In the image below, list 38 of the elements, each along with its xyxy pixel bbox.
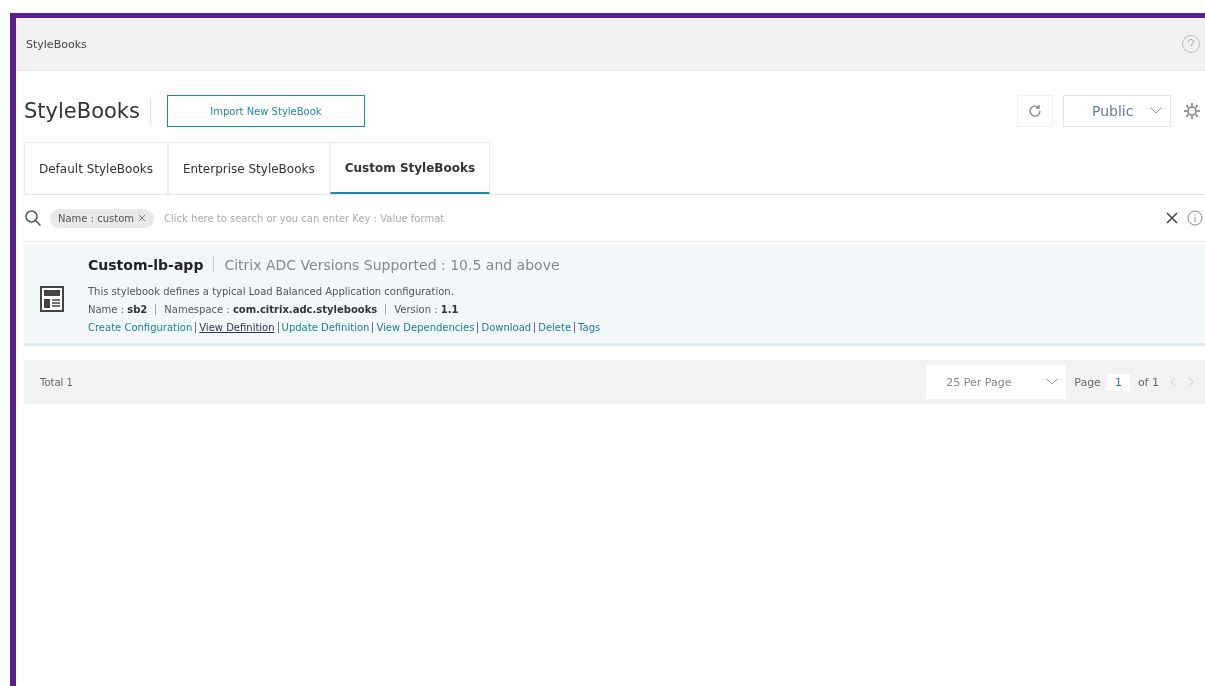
previous-page-icon[interactable] [1169, 377, 1177, 387]
refresh-icon[interactable] [1017, 95, 1053, 127]
visibility-dropdown[interactable]: Public [1063, 95, 1171, 127]
metadata-text: Name : sb2 [88, 304, 149, 315]
page-title: StyleBooks [24, 99, 151, 123]
action-link[interactable]: View Dependencies [372, 322, 478, 333]
metadata-text: Version : 1.1 [385, 304, 467, 315]
filter-chip[interactable]: Name : custom [50, 208, 155, 228]
next-page-icon[interactable] [1187, 377, 1195, 387]
search-field[interactable]: Click here to search or you can enter Key : Value format [162, 211, 1157, 225]
import-button[interactable]: Import New StyleBook [166, 95, 365, 127]
close-icon[interactable] [1165, 211, 1179, 225]
metadata-text: Namespace : com.citrix.adc.stylebooks [155, 304, 386, 315]
tab[interactable]: Enterprise StyleBooks [167, 142, 330, 194]
info-icon[interactable] [1187, 210, 1203, 226]
action-link[interactable]: View Definition [195, 322, 278, 333]
page-label: Page [1074, 375, 1101, 389]
help-icon[interactable] [1181, 34, 1201, 54]
stylebook-description: This stylebook defines a typical Load Balanced Application configuration. [88, 286, 455, 297]
total-count: Total 1 [40, 376, 73, 388]
action-link[interactable]: Create Configuration [88, 322, 196, 333]
action-link[interactable]: Update Definition [277, 322, 373, 333]
chevron-down-icon [1046, 378, 1059, 386]
search-icon [24, 209, 42, 227]
chevron-down-icon [1150, 107, 1162, 115]
page-count: of 1 [1137, 375, 1159, 389]
tab[interactable]: Custom StyleBooks [329, 142, 491, 194]
page-number-field[interactable]: 1 [1106, 373, 1130, 391]
action-link[interactable]: Download [477, 322, 535, 333]
tab[interactable]: Default StyleBooks [24, 142, 168, 194]
action-link[interactable]: Delete [534, 322, 575, 333]
header-title: StyleBooks [26, 37, 87, 51]
action-link[interactable]: Tags [574, 322, 604, 333]
per-page-dropdown[interactable]: 25 Per Page [926, 365, 1067, 399]
versions-supported: Citrix ADC Versions Supported : 10.5 and above [224, 257, 560, 273]
document-layout-icon [40, 286, 64, 312]
stylebook-name: Custom-lb-app [88, 257, 215, 273]
settings-icon[interactable] [1183, 102, 1201, 120]
